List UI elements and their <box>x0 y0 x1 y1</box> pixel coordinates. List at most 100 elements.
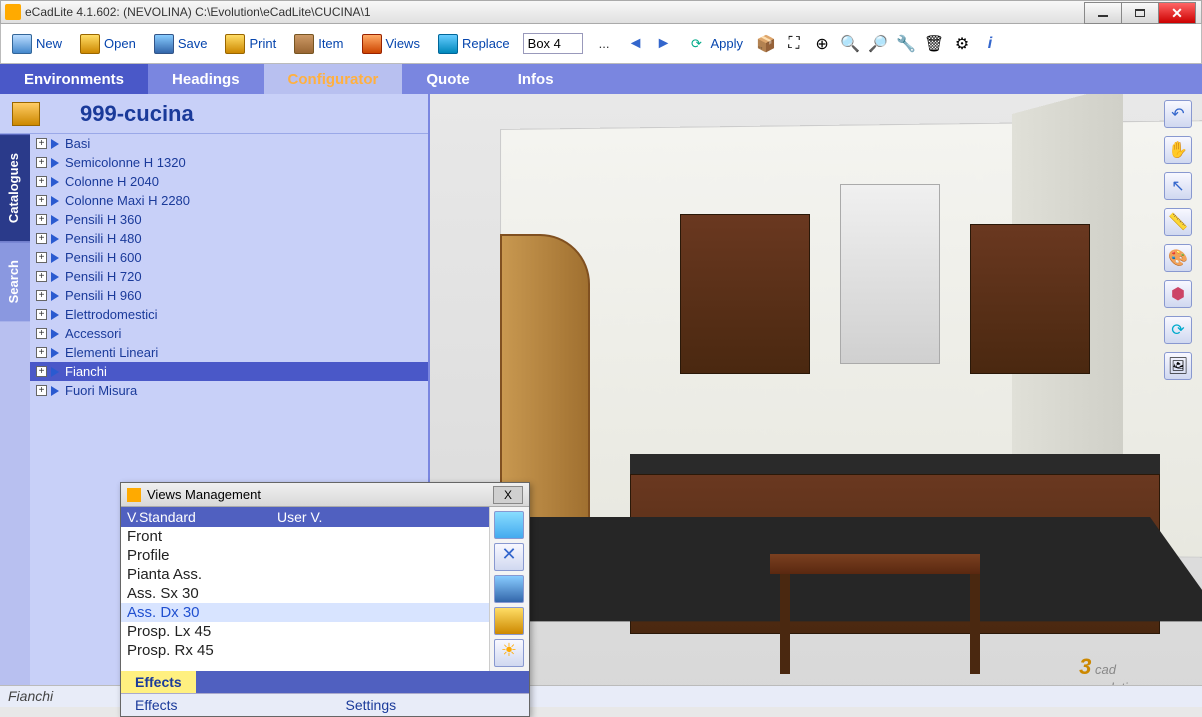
minimize-button[interactable] <box>1084 2 1122 24</box>
rotate-icon[interactable]: ⟳ <box>1164 316 1192 344</box>
dialog-save-icon[interactable] <box>494 575 524 603</box>
replace-button[interactable]: Replace <box>433 31 515 57</box>
tree-item[interactable]: +Fuori Misura <box>30 381 428 400</box>
footer-tab-effects-active[interactable]: Effects <box>121 671 196 693</box>
expand-icon[interactable]: + <box>36 176 47 187</box>
tab-headings[interactable]: Headings <box>148 64 264 94</box>
view-list-item[interactable]: Pianta Ass. <box>121 565 489 584</box>
render-icon[interactable]: ⬢ <box>1164 280 1192 308</box>
close-button[interactable]: ✕ <box>1158 2 1196 24</box>
delete-icon[interactable]: 🗑 <box>924 34 944 54</box>
tree-item-label: Colonne H 2040 <box>65 174 159 189</box>
tree-item[interactable]: + Colonne H 2040 <box>30 172 428 191</box>
tool-icon[interactable]: 🔧 <box>896 34 916 54</box>
box-icon[interactable]: 📦 <box>756 34 776 54</box>
dialog-delete-icon[interactable]: ✕ <box>494 543 524 571</box>
footer-tab-effects[interactable]: Effects <box>121 694 192 716</box>
expand-icon[interactable]: + <box>36 138 47 149</box>
expand-icon[interactable]: + <box>36 233 47 244</box>
expand-icon[interactable]: + <box>36 214 47 225</box>
view-list-item[interactable]: Prosp. Lx 45 <box>121 622 489 641</box>
table-leg <box>970 574 980 674</box>
dialog-titlebar[interactable]: Views Management X <box>121 483 529 507</box>
expand-icon[interactable]: + <box>36 328 47 339</box>
views-button[interactable]: Views <box>357 31 425 57</box>
fit-icon[interactable]: ⛶ <box>784 34 804 54</box>
print-button[interactable]: Print <box>220 31 281 57</box>
more-button[interactable]: ... <box>591 34 618 53</box>
tree-item-label: Basi <box>65 136 90 151</box>
arrow-icon <box>51 253 59 263</box>
dialog-footer-tabs: Effects <box>121 671 529 693</box>
view-list-item[interactable]: Front <box>121 527 489 546</box>
open-icon <box>80 34 100 54</box>
nav-fwd-icon[interactable]: ► <box>654 34 674 54</box>
dialog-close-button[interactable]: X <box>493 486 523 504</box>
side-tab-catalogues[interactable]: Catalogues <box>0 134 30 241</box>
expand-icon[interactable]: + <box>36 309 47 320</box>
tree-item[interactable]: + Elettrodomestici <box>30 305 428 324</box>
expand-icon[interactable]: + <box>36 366 47 377</box>
tree-item[interactable]: +Pensili H 720 <box>30 267 428 286</box>
perspective-icon[interactable]: 🖼 <box>1164 352 1192 380</box>
save-button[interactable]: Save <box>149 31 213 57</box>
open-button[interactable]: Open <box>75 31 141 57</box>
apply-button[interactable]: ⟳Apply <box>682 31 749 57</box>
3d-viewport[interactable]: 3 cad evolution koruf.ru <box>430 94 1202 707</box>
expand-icon[interactable]: + <box>36 271 47 282</box>
tab-quote[interactable]: Quote <box>402 64 493 94</box>
footer-tab-settings[interactable]: Settings <box>332 694 411 716</box>
right-toolbar: ↶ ✋ ↖ 📏 🎨 ⬢ ⟳ 🖼 <box>1164 100 1194 380</box>
print-icon <box>225 34 245 54</box>
side-tab-search[interactable]: Search <box>0 241 30 321</box>
tab-configurator[interactable]: Configurator <box>264 64 403 94</box>
expand-icon[interactable]: + <box>36 290 47 301</box>
view-list-item[interactable]: Prosp. Rx 45 <box>121 641 489 660</box>
pan-icon[interactable]: ✋ <box>1164 136 1192 164</box>
materials-icon[interactable]: 🎨 <box>1164 244 1192 272</box>
info-icon[interactable]: i <box>980 34 1000 54</box>
view-list-item[interactable]: Ass. Dx 30 <box>121 603 489 622</box>
view-list-item[interactable]: Profile <box>121 546 489 565</box>
tab-environments[interactable]: Environments <box>0 64 148 94</box>
zoom-out-icon[interactable]: 🔎 <box>868 34 888 54</box>
tree-item[interactable]: +Pensili H 960 <box>30 286 428 305</box>
box-input[interactable] <box>523 33 583 54</box>
dialog-open-icon[interactable] <box>494 511 524 539</box>
zoom-extents-icon[interactable]: ⊕ <box>812 34 832 54</box>
dialog-sun-icon[interactable]: ☀ <box>494 639 524 667</box>
tree-item[interactable]: + Basi <box>30 134 428 153</box>
tree-item[interactable]: +Pensili H 480 <box>30 229 428 248</box>
expand-icon[interactable]: + <box>36 252 47 263</box>
expand-icon[interactable]: + <box>36 195 47 206</box>
tree-item[interactable]: +Colonne Maxi H 2280 <box>30 191 428 210</box>
undo-icon[interactable]: ↶ <box>1164 100 1192 128</box>
zoom-in-icon[interactable]: 🔍 <box>840 34 860 54</box>
tab-infos[interactable]: Infos <box>494 64 578 94</box>
status-text: Fianchi <box>8 688 53 704</box>
arrow-icon <box>51 177 59 187</box>
dialog-folder-icon[interactable] <box>494 607 524 635</box>
catalog-icon <box>12 102 40 126</box>
tree-item[interactable]: +Pensili H 600 <box>30 248 428 267</box>
views-list-header: V.Standard User V. <box>121 507 489 527</box>
tree-item[interactable]: +Pensili H 360 <box>30 210 428 229</box>
tree-item[interactable]: +Fianchi <box>30 362 428 381</box>
view-list-item[interactable]: Ass. Sx 30 <box>121 584 489 603</box>
nav-back-icon[interactable]: ◄ <box>626 34 646 54</box>
expand-icon[interactable]: + <box>36 385 47 396</box>
dialog-icon <box>127 488 141 502</box>
tree-item-label: Elettrodomestici <box>65 307 157 322</box>
cursor-icon[interactable]: ↖ <box>1164 172 1192 200</box>
item-button[interactable]: Item <box>289 31 348 57</box>
maximize-button[interactable] <box>1121 2 1159 24</box>
tree-item[interactable]: +Accessori <box>30 324 428 343</box>
tree-item[interactable]: +Elementi Lineari <box>30 343 428 362</box>
measure-icon[interactable]: 📏 <box>1164 208 1192 236</box>
settings-icon[interactable]: ⚙ <box>952 34 972 54</box>
expand-icon[interactable]: + <box>36 157 47 168</box>
tree-item[interactable]: +Semicolonne H 1320 <box>30 153 428 172</box>
new-button[interactable]: New <box>7 31 67 57</box>
expand-icon[interactable]: + <box>36 347 47 358</box>
table-leg <box>780 574 790 674</box>
